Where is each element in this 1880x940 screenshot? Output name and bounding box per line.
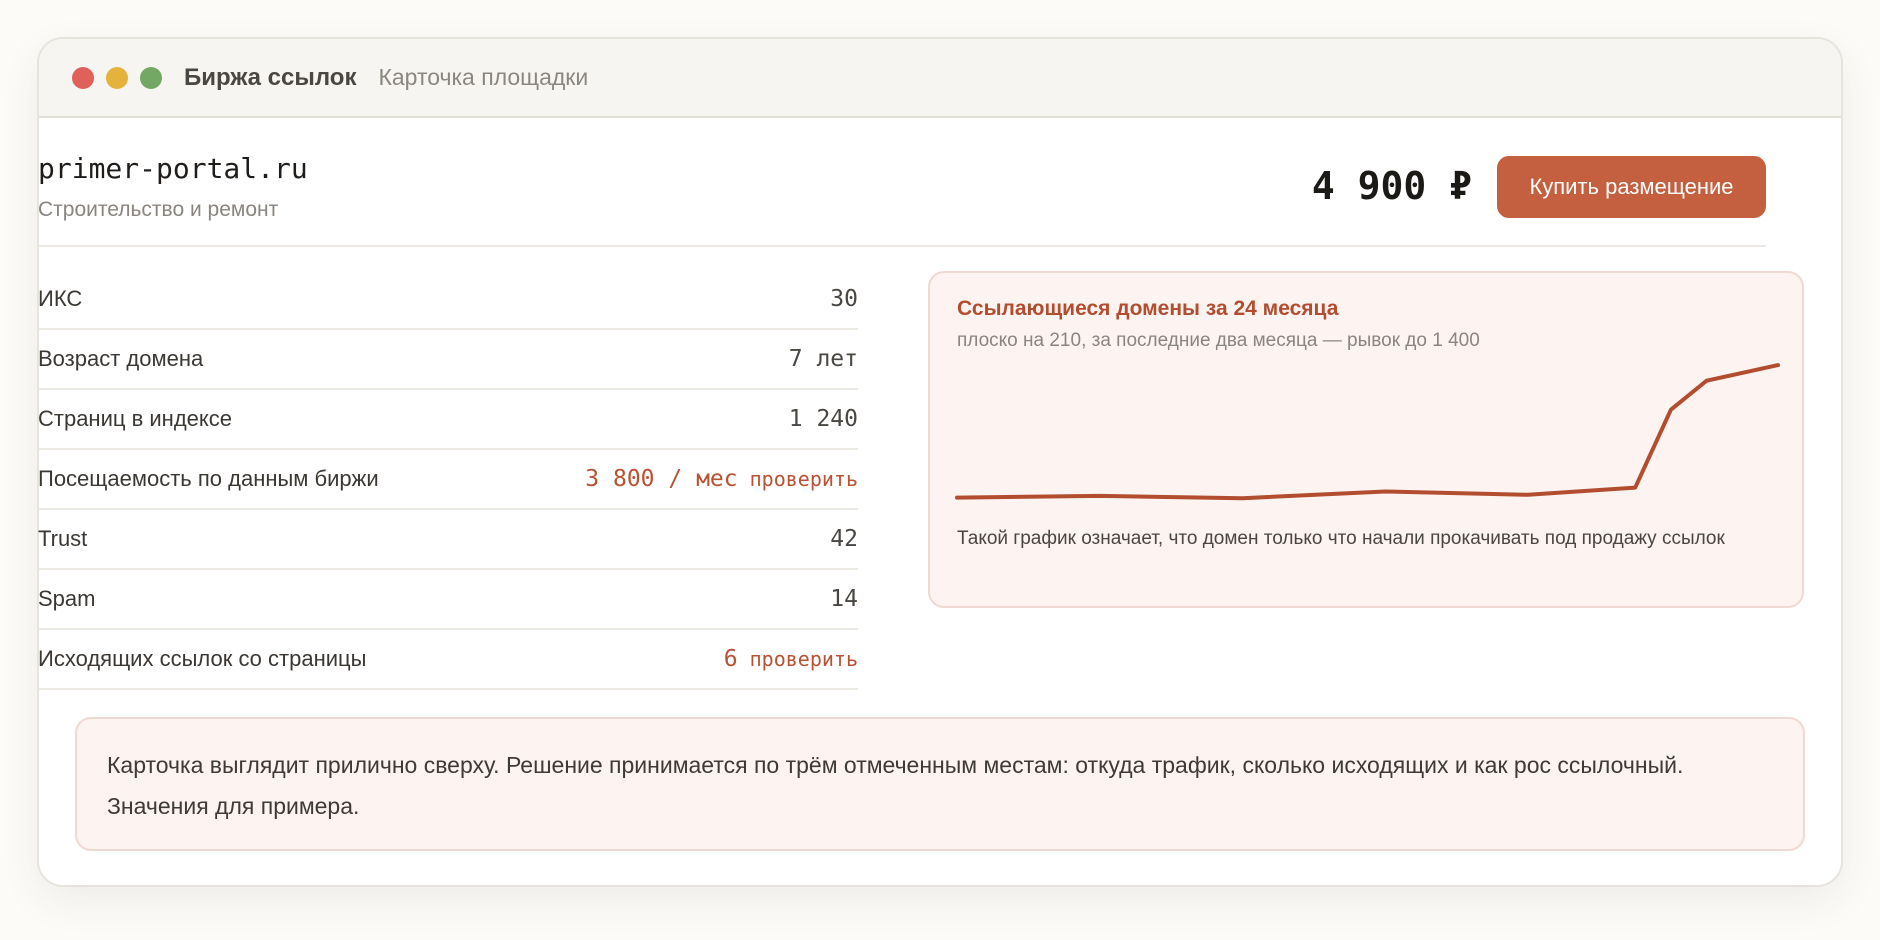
site-category: Строительство и ремонт <box>38 198 279 221</box>
metric-row: ИКС 30 <box>38 270 858 330</box>
minimize-window-button[interactable] <box>106 66 128 89</box>
referring-domains-line <box>955 363 1780 501</box>
buy-placement-button[interactable]: Купить размещение <box>1497 156 1766 218</box>
verify-link[interactable]: проверить <box>750 647 858 671</box>
close-window-button[interactable] <box>72 66 94 89</box>
metric-value: 30 <box>830 286 858 312</box>
referring-domains-chart <box>955 363 1780 501</box>
metric-value: 3 800 / мес <box>585 466 738 492</box>
referring-domains-card: Ссылающиеся домены за 24 месяца плоско н… <box>928 271 1804 608</box>
title-bar: Биржа ссылок Карточка площадки <box>39 39 1841 118</box>
metric-row: Возраст домена 7 лет <box>38 330 858 390</box>
metrics-table: ИКС 30 Возраст домена 7 лет Страниц в индекс… <box>38 270 858 690</box>
metric-label: Spam <box>38 586 96 611</box>
placement-price: 4 900 ₽ <box>1311 164 1472 208</box>
metric-value-group: 7 лет <box>789 346 858 372</box>
site-header: primer-portal.ru Строительство и ремонт … <box>38 114 1766 247</box>
metric-label: Исходящих ссылок со страницы <box>38 646 367 671</box>
metric-label: Возраст домена <box>38 346 204 371</box>
metric-value: 42 <box>830 526 858 552</box>
metric-value: 7 лет <box>788 346 858 372</box>
metric-label: Trust <box>38 526 88 551</box>
summary-note: Карточка выглядит прилично сверху. Решен… <box>75 717 1805 851</box>
metric-row: Страниц в индексе 1 240 <box>38 390 858 450</box>
metric-row: Посещаемость по данным биржи 3 800 / мес п… <box>38 450 858 510</box>
metric-label: Посещаемость по данным биржи <box>38 466 379 491</box>
metric-value-group: 30 <box>830 286 858 312</box>
metric-value: 6 <box>723 646 738 672</box>
chart-note: Такой график означает, что домен только … <box>957 528 1725 549</box>
site-domain: primer-portal.ru <box>38 152 308 185</box>
metric-value-group: 42 <box>830 526 858 552</box>
app-title: Биржа ссылок <box>184 63 357 91</box>
metric-label: ИКС <box>38 286 83 311</box>
metric-value-group: 3 800 / мес проверить <box>585 466 858 492</box>
metric-row: Spam 14 <box>38 570 858 630</box>
window-subtitle: Карточка площадки <box>378 64 589 90</box>
metric-value-group: 6 проверить <box>724 646 858 672</box>
metric-row: Исходящих ссылок со страницы 6 проверить <box>38 630 858 690</box>
metric-label: Страниц в индексе <box>38 406 233 431</box>
maximize-window-button[interactable] <box>140 66 162 89</box>
metric-value: 14 <box>830 586 858 612</box>
metric-row: Trust 42 <box>38 510 858 570</box>
metric-value-group: 14 <box>830 586 858 612</box>
metric-value: 1 240 <box>788 406 858 432</box>
metric-value-group: 1 240 <box>789 406 858 432</box>
verify-link[interactable]: проверить <box>750 467 858 491</box>
